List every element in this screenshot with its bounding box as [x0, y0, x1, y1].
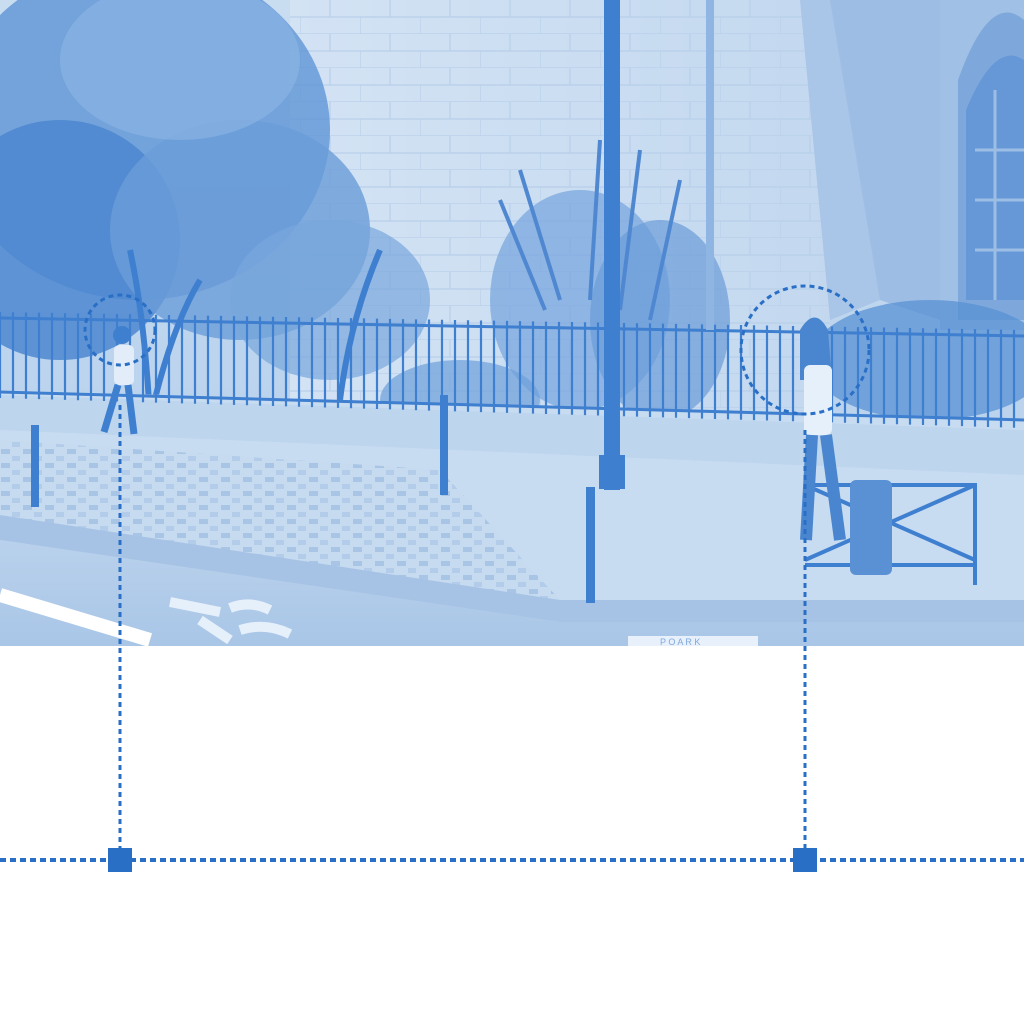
marker-overlay — [0, 284, 1024, 872]
timeline-handle-person-left[interactable] — [108, 848, 132, 872]
marker-circle-person-left — [83, 293, 157, 367]
timeline-handle-person-right[interactable] — [793, 848, 817, 872]
stage: P O A R K — [0, 0, 1024, 1024]
marker-circle-person-right — [739, 284, 871, 416]
